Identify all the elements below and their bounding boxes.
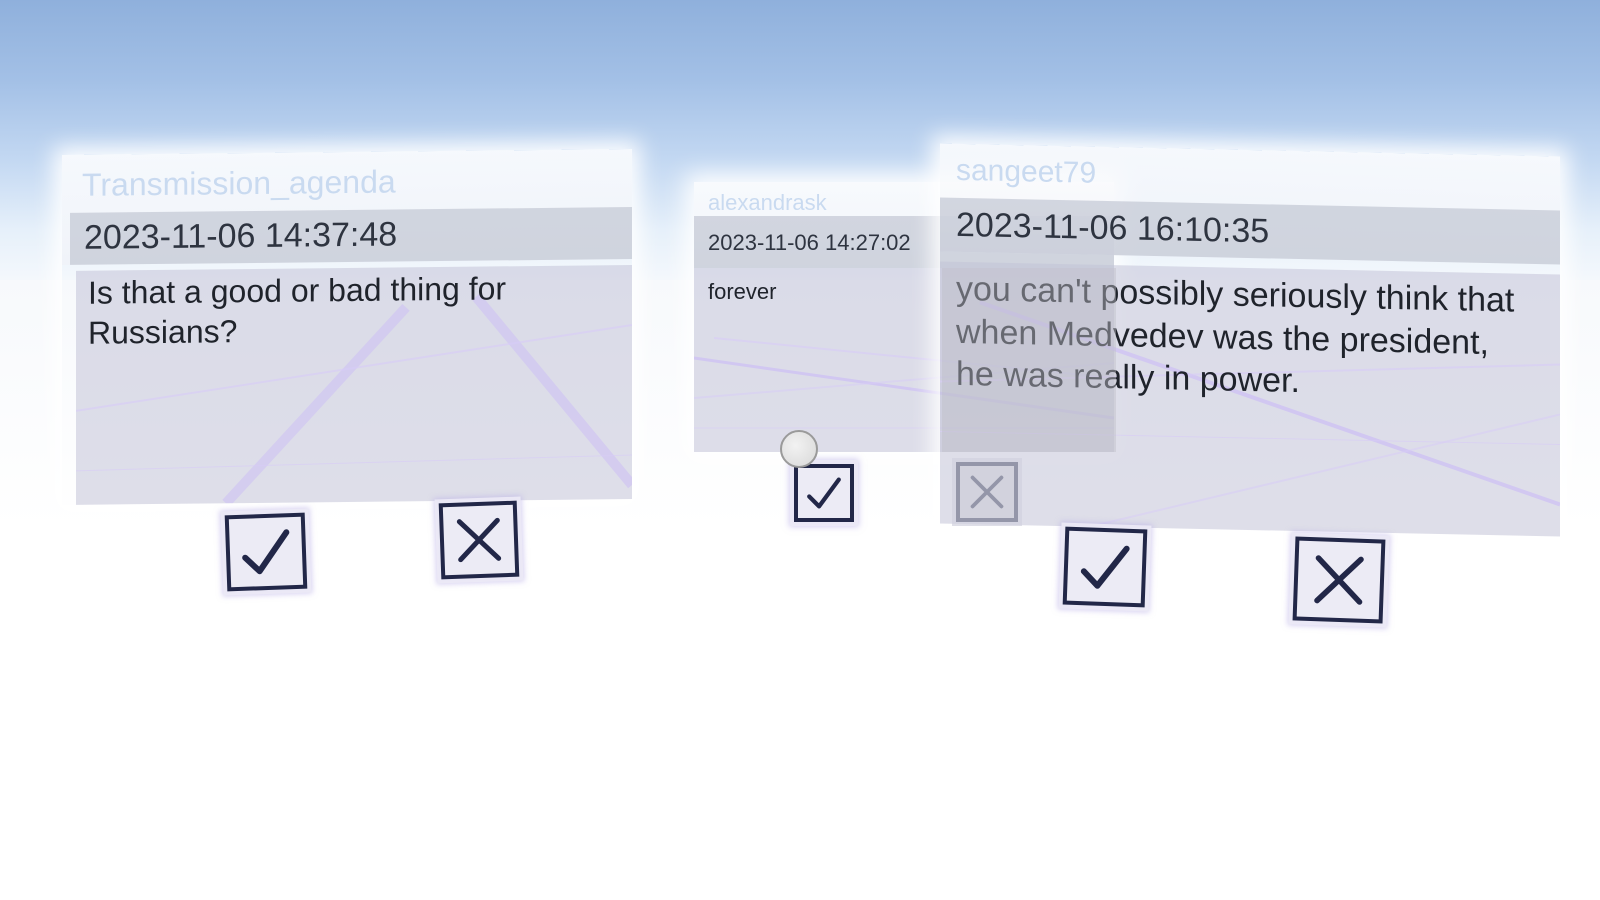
approve-button[interactable]	[794, 464, 854, 522]
comment-username: alexandrask	[708, 190, 827, 215]
reject-button[interactable]	[1292, 536, 1386, 624]
x-icon	[970, 475, 1004, 509]
reject-button[interactable]	[438, 500, 520, 580]
comment-username: Transmission_agenda	[82, 163, 396, 203]
vr-scene: alexandrask 2023-11-06 14:27:02 forever …	[0, 0, 1600, 900]
check-icon	[242, 529, 290, 575]
comment-card-1: Transmission_agenda 2023-11-06 14:37:48 …	[62, 149, 632, 505]
comment-text: forever	[708, 279, 777, 304]
x-icon	[456, 517, 502, 563]
comment-timestamp: 2023-11-06 14:37:48	[84, 215, 398, 257]
reject-button[interactable]	[956, 462, 1018, 522]
comment-timestamp: 2023-11-06 16:10:35	[956, 205, 1270, 251]
approve-button[interactable]	[1062, 526, 1148, 608]
check-icon	[1080, 545, 1130, 589]
comment-card-2-overlay	[942, 268, 1116, 452]
gaze-cursor-icon	[780, 430, 818, 468]
comment-timestamp: 2023-11-06 14:27:02	[708, 230, 911, 255]
approve-button[interactable]	[224, 512, 308, 592]
comment-text: Is that a good or bad thing for Russians…	[88, 270, 507, 351]
check-icon	[807, 477, 841, 509]
x-icon	[1314, 555, 1364, 605]
comment-username: sangeet79	[956, 153, 1097, 190]
